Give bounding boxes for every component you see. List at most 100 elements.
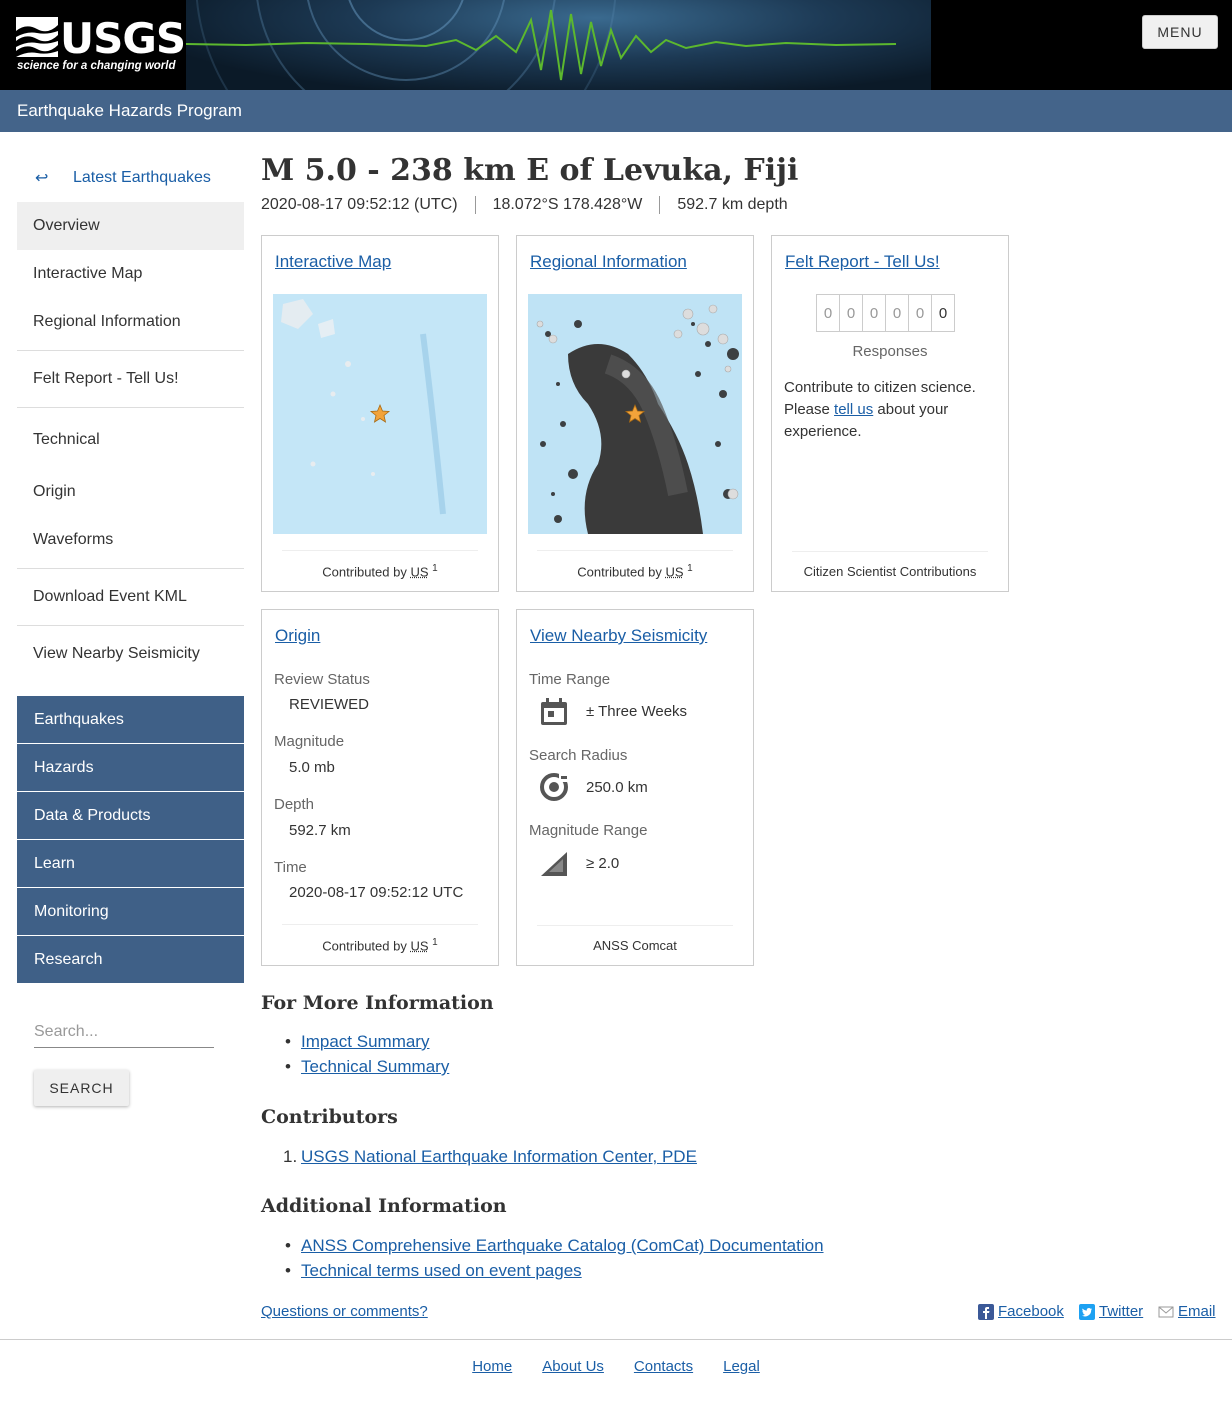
review-status-label: Review Status	[274, 671, 370, 688]
share-twitter[interactable]: Twitter	[1079, 1303, 1143, 1320]
more-info-list: Impact Summary Technical Summary	[285, 1032, 449, 1082]
responses-label: Responses	[852, 343, 928, 360]
review-status-value: REVIEWED	[289, 696, 370, 713]
nav-hazards[interactable]: Hazards	[17, 744, 244, 791]
nearby-seismicity-link[interactable]: View Nearby Seismicity	[530, 626, 707, 646]
technical-terms-link[interactable]: Technical terms used on event pages	[301, 1261, 582, 1280]
counter-digit: 0	[839, 294, 863, 332]
sidebar-divider	[17, 350, 244, 351]
regional-seismicity-thumbnail[interactable]	[528, 294, 742, 534]
sidebar-divider	[17, 568, 244, 569]
event-summary: 2020-08-17 09:52:12 (UTC) 18.072°S 178.4…	[261, 196, 805, 214]
site-nav: Earthquakes Hazards Data & Products Lear…	[17, 696, 244, 984]
network-us[interactable]: US	[410, 564, 428, 579]
program-title[interactable]: Earthquake Hazards Program	[17, 101, 242, 121]
impact-summary-link[interactable]: Impact Summary	[301, 1032, 429, 1051]
sidebar-item-nearby-seismicity[interactable]: View Nearby Seismicity	[17, 630, 244, 678]
interactive-map-thumbnail[interactable]	[273, 294, 487, 534]
event-depth: 592.7 km depth	[659, 196, 804, 214]
felt-report-card: Felt Report - Tell Us! 0 0 0 0 0 0 Respo…	[771, 235, 1009, 592]
time-label: Time	[274, 859, 307, 876]
sidebar-item-technical[interactable]: Technical	[17, 412, 244, 468]
sidebar-item-regional-information[interactable]: Regional Information	[17, 298, 244, 346]
interactive-map-link[interactable]: Interactive Map	[275, 252, 391, 272]
felt-report-link[interactable]: Felt Report - Tell Us!	[785, 252, 940, 272]
regional-info-card: Regional Information Contributed by US 1	[516, 235, 754, 592]
map-contributor: Contributed by US 1	[282, 549, 478, 579]
radius-target-icon	[540, 773, 568, 801]
facebook-link[interactable]: Facebook	[998, 1303, 1064, 1320]
list-item: Technical terms used on event pages	[285, 1261, 824, 1286]
magnitude-range-value: ≥ 2.0	[586, 855, 620, 872]
nav-learn[interactable]: Learn	[17, 840, 244, 887]
share-email[interactable]: Email	[1158, 1303, 1216, 1320]
sidebar-item-felt-report[interactable]: Felt Report - Tell Us!	[17, 355, 244, 403]
depth-value: 592.7 km	[289, 822, 351, 839]
latest-earthquakes-link[interactable]: ↩ Latest Earthquakes	[17, 154, 244, 202]
origin-card: Origin Review Status REVIEWED Magnitude …	[261, 609, 499, 966]
share-facebook[interactable]: Facebook	[978, 1303, 1064, 1320]
nav-research[interactable]: Research	[17, 936, 244, 983]
latest-earthquakes-label: Latest Earthquakes	[73, 169, 211, 186]
footer-legal-link[interactable]: Legal	[723, 1358, 760, 1375]
search-radius-value: 250.0 km	[586, 779, 648, 796]
menu-button[interactable]: MENU	[1142, 15, 1218, 49]
magnitude-value: 5.0 mb	[289, 759, 335, 776]
sidebar-item-download-kml[interactable]: Download Event KML	[17, 573, 244, 621]
search-input[interactable]	[34, 1016, 214, 1048]
footer-contacts-link[interactable]: Contacts	[634, 1358, 693, 1375]
felt-description: Contribute to citizen science. Please te…	[784, 379, 976, 440]
counter-digit: 0	[816, 294, 840, 332]
counter-digit: 0	[885, 294, 909, 332]
origin-contributor: Contributed by US 1	[282, 923, 478, 953]
event-sidebar: ↩ Latest Earthquakes Overview Interactiv…	[17, 154, 244, 678]
magnitude-label: Magnitude	[274, 733, 345, 750]
program-bar: Earthquake Hazards Program	[0, 90, 1232, 132]
nav-monitoring[interactable]: Monitoring	[17, 888, 244, 935]
twitter-icon	[1079, 1303, 1095, 1320]
comcat-docs-link[interactable]: ANSS Comprehensive Earthquake Catalog (C…	[301, 1236, 824, 1255]
logo-wordmark: USGS	[60, 14, 186, 63]
magnitude-wedge-icon	[541, 852, 567, 876]
counter-digit: 0	[862, 294, 886, 332]
nav-earthquakes[interactable]: Earthquakes	[17, 696, 244, 743]
list-item: USGS National Earthquake Information Cen…	[283, 1147, 697, 1172]
technical-summary-link[interactable]: Technical Summary	[301, 1057, 449, 1076]
magnitude-range-label: Magnitude Range	[529, 822, 648, 839]
network-us[interactable]: US	[410, 938, 428, 953]
questions-link[interactable]: Questions or comments?	[261, 1303, 428, 1320]
sidebar-divider	[17, 625, 244, 626]
email-link[interactable]: Email	[1178, 1303, 1216, 1320]
interactive-map-card: Interactive Map Contributed by US 1	[261, 235, 499, 592]
time-range-label: Time Range	[529, 671, 611, 688]
nav-data-products[interactable]: Data & Products	[17, 792, 244, 839]
additional-info-list: ANSS Comprehensive Earthquake Catalog (C…	[285, 1236, 824, 1286]
calendar-icon	[541, 698, 567, 725]
contributors-list: USGS National Earthquake Information Cen…	[283, 1147, 697, 1172]
twitter-link[interactable]: Twitter	[1099, 1303, 1143, 1320]
sidebar-item-origin[interactable]: Origin	[17, 468, 244, 516]
sidebar-divider	[17, 407, 244, 408]
back-arrow-icon: ↩	[35, 170, 49, 187]
network-us[interactable]: US	[665, 564, 683, 579]
counter-digit: 0	[908, 294, 932, 332]
contributor-neic-link[interactable]: USGS National Earthquake Information Cen…	[301, 1147, 697, 1166]
footer-divider	[0, 1339, 1232, 1340]
origin-link[interactable]: Origin	[275, 626, 320, 646]
footer-about-link[interactable]: About Us	[542, 1358, 604, 1375]
depth-label: Depth	[274, 796, 315, 813]
response-counter: 0 0 0 0 0 0	[816, 294, 955, 332]
tell-us-link[interactable]: tell us	[834, 401, 873, 418]
facebook-icon	[978, 1303, 994, 1320]
sidebar-item-waveforms[interactable]: Waveforms	[17, 516, 244, 564]
sidebar-item-overview[interactable]: Overview	[17, 202, 244, 250]
list-item: ANSS Comprehensive Earthquake Catalog (C…	[285, 1236, 824, 1261]
email-icon	[1158, 1306, 1174, 1317]
sidebar-item-interactive-map[interactable]: Interactive Map	[17, 250, 244, 298]
seismogram-graphic	[186, 0, 897, 90]
usgs-logo[interactable]: USGS science for a changing world	[0, 0, 186, 90]
search-button[interactable]: SEARCH	[34, 1070, 129, 1106]
contributors-heading: Contributors	[261, 1106, 398, 1128]
regional-info-link[interactable]: Regional Information	[530, 252, 687, 272]
footer-home-link[interactable]: Home	[472, 1358, 512, 1375]
